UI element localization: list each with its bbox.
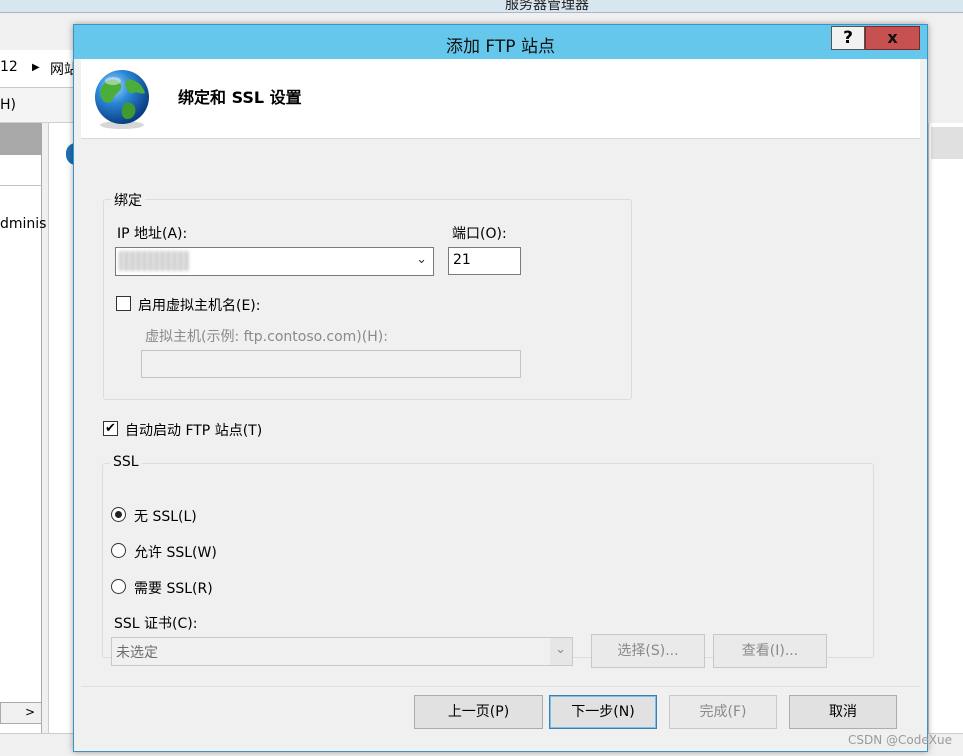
background-tree-node[interactable]: dminis xyxy=(0,216,46,232)
finish-button[interactable]: 完成(F) xyxy=(669,695,777,729)
virtual-host-input[interactable] xyxy=(141,350,521,378)
ssl-certificate-value: 未选定 xyxy=(116,645,158,661)
wizard-header: 绑定和 SSL 设置 xyxy=(81,59,920,139)
binding-group-label: 绑定 xyxy=(111,190,145,210)
autostart-checkbox[interactable]: ✔ xyxy=(103,421,118,436)
globe-icon xyxy=(95,70,149,129)
address-chevron-icon: ▶ xyxy=(32,62,40,73)
view-certificate-button[interactable]: 查看(I)... xyxy=(713,634,827,668)
select-certificate-button[interactable]: 选择(S)... xyxy=(591,634,705,668)
enable-virtual-host-label[interactable]: 启用虚拟主机名(E): xyxy=(138,295,261,315)
background-panel-divider xyxy=(0,185,42,186)
previous-button[interactable]: 上一页(P) xyxy=(414,695,543,729)
background-hscroll[interactable]: > xyxy=(0,702,42,724)
background-window-titlebar: 服务器管理器 xyxy=(0,0,963,13)
ip-address-label: IP 地址(A): xyxy=(117,226,188,242)
autostart-label[interactable]: 自动启动 FTP 站点(T) xyxy=(125,420,262,440)
background-menu-help[interactable]: H) xyxy=(0,97,16,113)
watermark: CSDN @CodeXue xyxy=(848,733,952,747)
background-panel-header xyxy=(0,123,42,155)
ssl-group xyxy=(102,463,874,658)
port-label: 端口(O): xyxy=(452,226,507,242)
page-title: 绑定和 SSL 设置 xyxy=(178,88,302,107)
background-window-title: 服务器管理器 xyxy=(505,0,589,13)
background-actions-panel xyxy=(928,123,963,733)
ssl-certificate-label: SSL 证书(C): xyxy=(114,616,198,632)
radio-require-ssl-label[interactable]: 需要 SSL(R) xyxy=(134,578,213,598)
checkmark-icon: ✔ xyxy=(105,421,116,436)
ssl-certificate-select[interactable]: 未选定 ⌄ xyxy=(111,637,573,666)
wizard-content: 绑定 IP 地址(A): ⌄ 端口(O): 21 启用虚拟主机名(E): 虚拟主… xyxy=(81,140,920,685)
dialog-title: 添加 FTP 站点 xyxy=(446,37,555,57)
radio-allow-ssl[interactable] xyxy=(111,543,126,558)
radio-allow-ssl-label[interactable]: 允许 SSL(W) xyxy=(134,542,217,562)
background-menu-bar: H) xyxy=(0,88,80,123)
radio-no-ssl-label[interactable]: 无 SSL(L) xyxy=(134,506,197,526)
dialog-titlebar[interactable]: 添加 FTP 站点 ? x xyxy=(74,25,927,59)
port-value: 21 xyxy=(453,252,471,268)
background-content-strip xyxy=(48,123,74,733)
ssl-group-label: SSL xyxy=(110,454,142,470)
ip-address-value-redacted xyxy=(119,251,189,271)
port-input[interactable]: 21 xyxy=(448,247,521,275)
radio-no-ssl[interactable] xyxy=(111,507,126,522)
help-button[interactable]: ? xyxy=(831,26,865,50)
enable-virtual-host-checkbox[interactable] xyxy=(116,296,131,311)
chevron-down-icon[interactable]: ⌄ xyxy=(416,252,427,267)
background-scrollbar-thumb[interactable] xyxy=(931,127,963,159)
background-connections-panel: dminis xyxy=(0,123,46,733)
ip-address-select[interactable]: ⌄ xyxy=(115,247,434,276)
chevron-down-icon[interactable]: ⌄ xyxy=(555,642,566,657)
next-button[interactable]: 下一步(N) xyxy=(549,695,657,729)
virtual-host-label: 虚拟主机(示例: ftp.contoso.com)(H): xyxy=(145,329,388,345)
add-ftp-site-dialog: 添加 FTP 站点 ? x 绑定和 SSL 设置 绑定 IP 地址(A): ⌄ … xyxy=(73,24,928,752)
scroll-right-icon[interactable]: > xyxy=(25,705,35,719)
footer-divider xyxy=(81,686,920,687)
address-segment-server[interactable]: 12 xyxy=(0,59,18,75)
background-address-bar: 12 ▶ 网站 xyxy=(0,50,80,88)
close-button[interactable]: x xyxy=(865,26,920,50)
radio-require-ssl[interactable] xyxy=(111,579,126,594)
cancel-button[interactable]: 取消 xyxy=(789,695,897,729)
